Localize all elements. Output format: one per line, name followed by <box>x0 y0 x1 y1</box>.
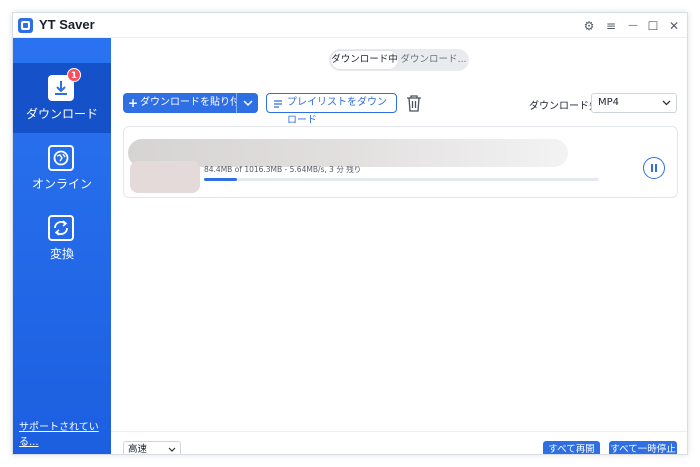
chevron-down-icon[interactable] <box>236 93 258 113</box>
gear-icon[interactable]: ⚙ <box>581 18 597 34</box>
download-playlist-label: プレイリストをダウンロード <box>287 97 387 126</box>
sidebar-item-download[interactable]: 1 ダウンロード <box>13 63 111 133</box>
sidebar-item-label: オンライン <box>31 177 92 191</box>
download-format-value: MP4 <box>598 97 620 108</box>
plus-icon: + <box>128 96 139 110</box>
supported-sites-link[interactable]: サポートされている... <box>19 418 111 448</box>
sidebar-item-online[interactable]: オンライン <box>13 133 111 203</box>
tab-downloaded[interactable]: ダウンロード... <box>400 51 467 69</box>
title-bar: YT Saver ⚙ ≡ — ☐ ✕ <box>13 13 687 38</box>
menu-icon[interactable]: ≡ <box>603 18 619 34</box>
paste-url-label: ダウンロードを貼り付け <box>140 97 250 108</box>
download-format-label: ダウンロード先 <box>529 101 599 112</box>
chevron-down-icon <box>662 94 671 119</box>
download-status-tabs: ダウンロード中 ダウンロード... <box>329 49 469 71</box>
app-logo-icon <box>18 18 33 33</box>
globe-icon <box>48 145 74 171</box>
minimize-icon[interactable]: — <box>625 18 641 34</box>
convert-icon <box>48 215 74 241</box>
pause-all-button[interactable]: すべて一時停止 <box>609 441 677 454</box>
maximize-icon[interactable]: ☐ <box>645 18 661 34</box>
app-title: YT Saver <box>39 17 95 32</box>
playlist-icon <box>273 98 283 108</box>
download-playlist-button[interactable]: プレイリストをダウンロード <box>266 93 397 126</box>
download-format-select[interactable]: MP4 <box>591 93 677 113</box>
video-thumbnail <box>130 161 200 193</box>
main-panel: ダウンロード中 ダウンロード... + ダウンロードを貼り付け プレイリストをダ… <box>111 38 687 455</box>
sidebar-item-label: ダウンロード <box>25 107 98 121</box>
tab-downloading[interactable]: ダウンロード中 <box>331 51 398 69</box>
progress-bar-fill <box>204 178 237 181</box>
speed-select[interactable]: 高速 <box>123 441 181 455</box>
progress-status-text: 84.4MB of 1016.3MB - 5.64MB/s, 3 分 残り <box>204 165 362 174</box>
sidebar-item-convert[interactable]: 変換 <box>13 203 111 273</box>
footer-divider <box>111 431 687 432</box>
paste-url-button[interactable]: + ダウンロードを貼り付け <box>123 93 258 113</box>
trash-icon[interactable] <box>405 93 423 113</box>
resume-all-button[interactable]: すべて再開 <box>543 441 600 454</box>
download-item: 84.4MB of 1016.3MB - 5.64MB/s, 3 分 残り <box>123 126 678 198</box>
progress-bar <box>204 178 599 181</box>
sidebar: 1 ダウンロード オンライン 変換 サポートされている... <box>13 38 111 454</box>
chevron-down-icon <box>168 442 176 454</box>
close-icon[interactable]: ✕ <box>666 18 682 34</box>
pause-button[interactable] <box>643 157 665 179</box>
app-window: YT Saver ⚙ ≡ — ☐ ✕ 1 ダウンロード オンライン 変換 サポー… <box>12 12 688 455</box>
download-count-badge: 1 <box>67 68 81 82</box>
sidebar-item-label: 変換 <box>49 247 74 261</box>
speed-value: 高速 <box>128 444 148 455</box>
